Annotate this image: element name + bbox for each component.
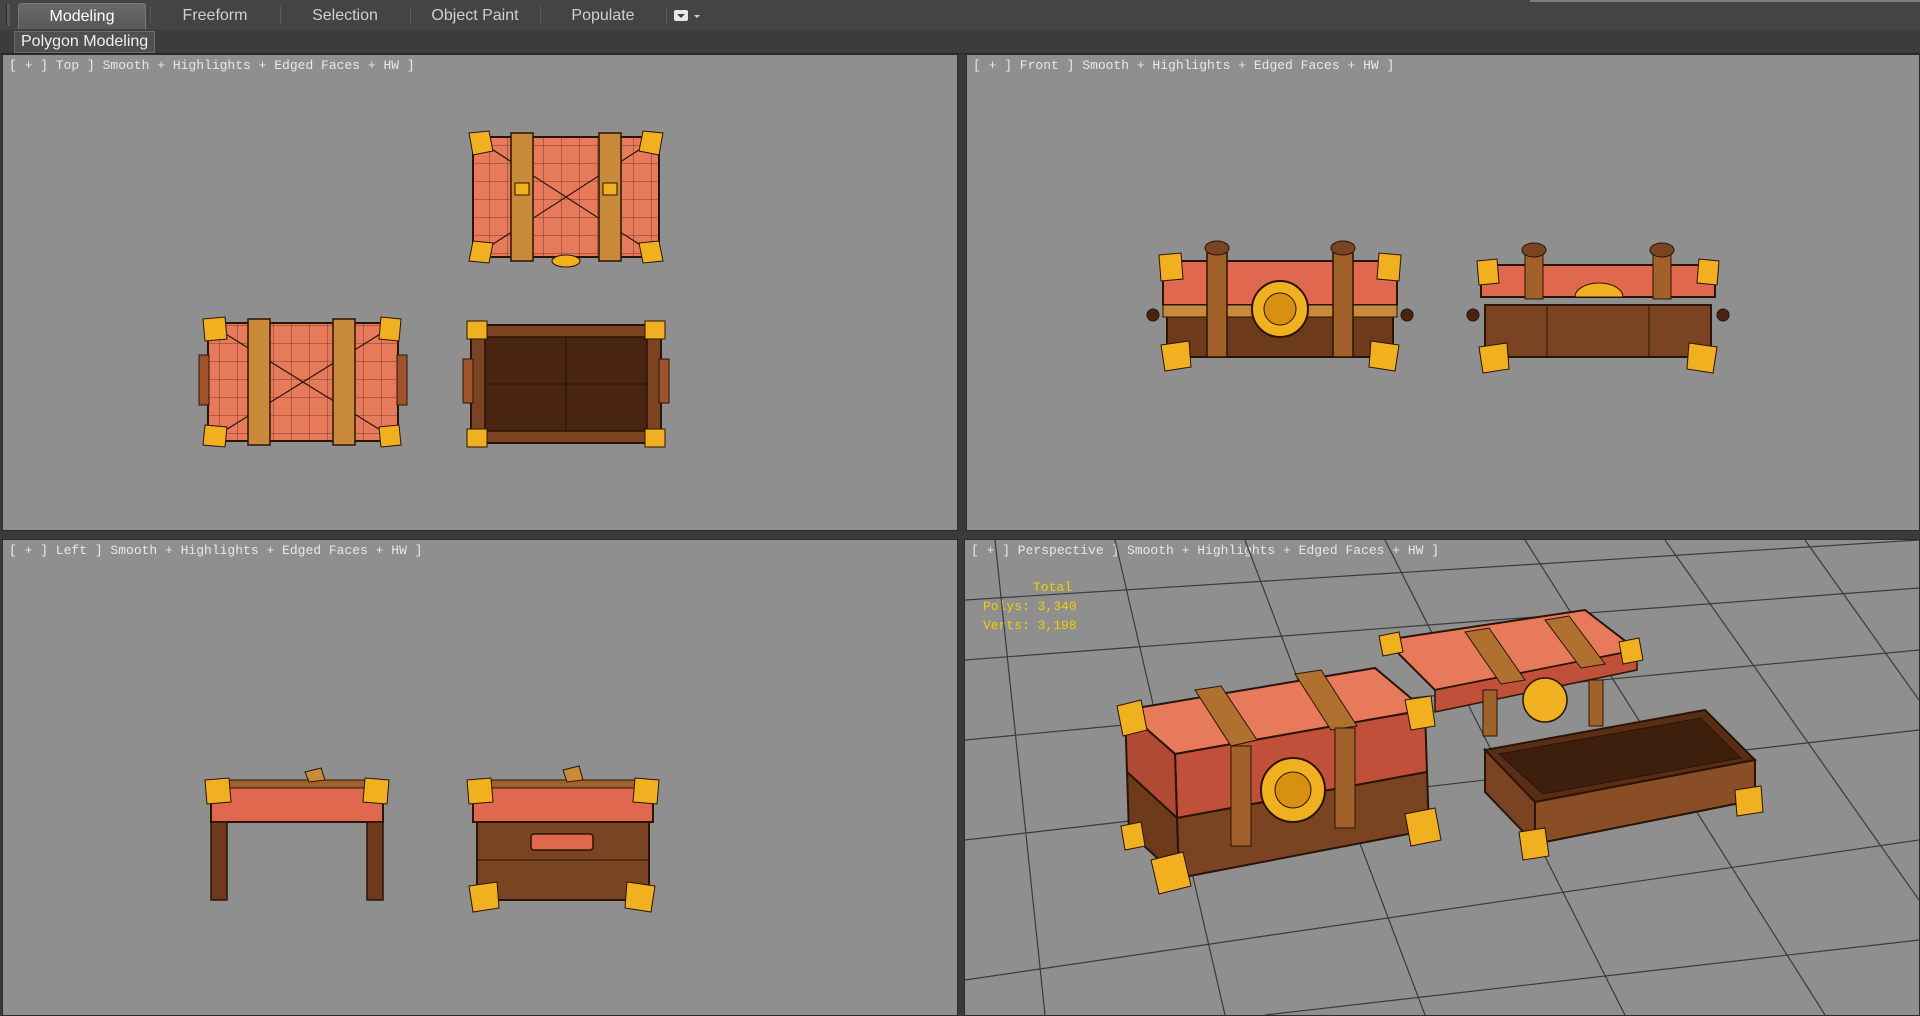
perspective-open-box — [1482, 708, 1764, 861]
viewport-top[interactable]: [ + ] Top ] Smooth + Highlights + Edged … — [2, 54, 958, 531]
polygon-modeling-panel-button[interactable]: Polygon Modeling — [14, 31, 156, 53]
perspective-scene — [965, 540, 1919, 1015]
ribbon-options-icon — [674, 10, 700, 21]
ribbon-panel-bar: Polygon Modeling — [0, 30, 1920, 54]
chest-lid-top-view — [468, 130, 664, 268]
tab-selection[interactable]: Selection — [280, 3, 410, 28]
window-edge — [1530, 0, 1920, 2]
lid-left-view — [204, 767, 390, 901]
tab-object-paint[interactable]: Object Paint — [410, 3, 540, 28]
viewport-front[interactable]: [ + ] Front ] Smooth + Highlights + Edge… — [966, 54, 1920, 531]
ribbon-options-button[interactable] — [672, 8, 706, 24]
viewport-perspective[interactable]: [ + ] Perspective ] Smooth + Highlights … — [964, 539, 1920, 1016]
tab-modeling[interactable]: Modeling — [18, 3, 146, 29]
home-grid — [965, 540, 1919, 1015]
chest-lid-bottom-view — [198, 316, 408, 448]
chest-left-view — [466, 765, 660, 913]
tab-freeform[interactable]: Freeform — [150, 3, 280, 28]
viewport-left[interactable]: [ + ] Left ] Smooth + Highlights + Edged… — [2, 539, 958, 1016]
separated-chest-front — [1466, 242, 1730, 374]
ribbon-tab-bar: Modeling Freeform Selection Object Paint… — [0, 0, 1920, 31]
chest-box-interior-view — [462, 320, 670, 448]
perspective-closed-chest — [1116, 666, 1442, 895]
ribbon-grip[interactable] — [6, 4, 10, 26]
top-view-scene — [198, 130, 670, 448]
closed-chest-front — [1146, 240, 1414, 372]
front-view-scene — [1146, 240, 1730, 374]
tab-populate[interactable]: Populate — [540, 3, 666, 28]
tab-divider — [666, 6, 667, 24]
left-view-scene — [204, 765, 660, 913]
